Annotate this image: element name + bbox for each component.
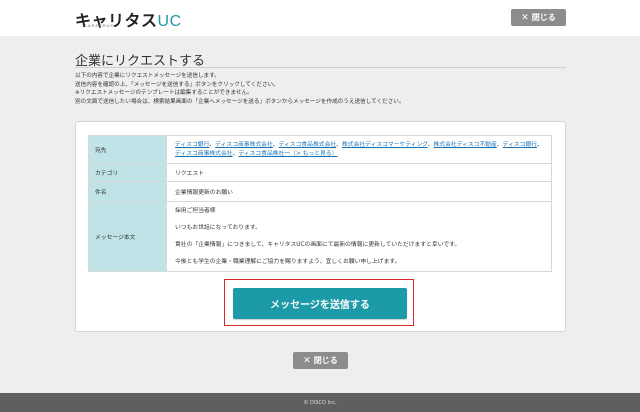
desc-line: ※リクエストメッセージのテンプレートは編集することができません。 <box>75 90 253 97</box>
close-button-bottom[interactable]: ✕ 閉じる <box>293 352 348 369</box>
send-message-button[interactable]: メッセージを送信する <box>233 288 407 319</box>
body-line: 採用ご担当者様 <box>175 208 216 214</box>
table-row-category: カテゴリ リクエスト <box>88 163 552 182</box>
copyright-text: © DISCO Inc. <box>303 399 337 406</box>
desc-line: 別の文面で送信したい場合は、検索結果画面の「企業へメッセージを送る」ボタンからメ… <box>75 98 405 105</box>
body-line: いつもお世話になっております。 <box>175 225 261 231</box>
title-divider <box>75 67 566 68</box>
close-icon: ✕ <box>303 355 311 366</box>
body-value: 採用ご担当者様 いつもお世話になっております。 貴社の「企業情報」につきまして、… <box>166 201 552 272</box>
body-line: 今後とも学生の企業・職業理解にご協力を賜りますよう、宜しくお願い申し上げます。 <box>175 259 401 265</box>
category-label: カテゴリ <box>88 163 167 182</box>
footer: © DISCO Inc. <box>0 393 640 412</box>
logo-uc-text: UC <box>157 13 182 30</box>
to-links: ディスコ銀行、ディスコ商事株式会社、ディスコ食品株式会社、株式会社ディスコマーケ… <box>166 135 552 164</box>
table-row-to: 宛先 ディスコ銀行、ディスコ商事株式会社、ディスコ食品株式会社、株式会社ディスコ… <box>88 135 552 164</box>
close-button-label: 閉じる <box>531 13 556 22</box>
table-row-body: メッセージ本文 採用ご担当者様 いつもお世話になっております。 貴社の「企業情報… <box>88 201 552 272</box>
body-label: メッセージ本文 <box>88 201 167 272</box>
recipient-link[interactable]: ディスコ食品株社一 <box>238 151 290 157</box>
desc-line: 送信内容を確認の上、「メッセージを送信する」ボタンをクリックしてください。 <box>75 81 279 88</box>
body-line: 貴社の「企業情報」につきまして、キャリタスUCの画面にて最新の情報に更新していた… <box>175 242 461 248</box>
desc-line: 以下の内容で企業にリクエストメッセージを送信します。 <box>75 73 220 79</box>
recipient-link[interactable]: ディスコ銀行 <box>503 142 537 148</box>
category-value: リクエスト <box>166 163 552 182</box>
close-button-label: 閉じる <box>313 356 338 365</box>
table-row-subject: 件名 企業情報更新のお願い <box>88 181 552 202</box>
recipient-link[interactable]: 株式会社ディスコマーケティング <box>342 142 428 148</box>
show-more-link[interactable]: （> もっと見る） <box>290 151 337 157</box>
header: キャリタスUC CAREERUC ✕ 閉じる <box>0 0 640 36</box>
page-description: 以下の内容で企業にリクエストメッセージを送信します。 送信内容を確認の上、「メッ… <box>75 72 575 106</box>
to-label: 宛先 <box>88 135 167 164</box>
recipient-link[interactable]: 株式会社ディスコ不動産 <box>433 142 496 148</box>
recipient-link[interactable]: ディスコ食品株式会社 <box>279 142 337 148</box>
message-table: 宛先 ディスコ銀行、ディスコ商事株式会社、ディスコ食品株式会社、株式会社ディスコ… <box>88 135 552 272</box>
recipient-link[interactable]: ディスコ銀行 <box>175 142 209 148</box>
recipient-link[interactable]: ディスコ商事株式会社 <box>175 151 233 157</box>
logo-subtext: CAREERUC <box>84 23 115 28</box>
close-button-top[interactable]: ✕ 閉じる <box>511 9 566 26</box>
subject-value: 企業情報更新のお願い <box>166 181 552 202</box>
recipient-link[interactable]: ディスコ商事株式会社 <box>215 142 273 148</box>
subject-label: 件名 <box>88 181 167 202</box>
close-icon: ✕ <box>521 12 529 23</box>
